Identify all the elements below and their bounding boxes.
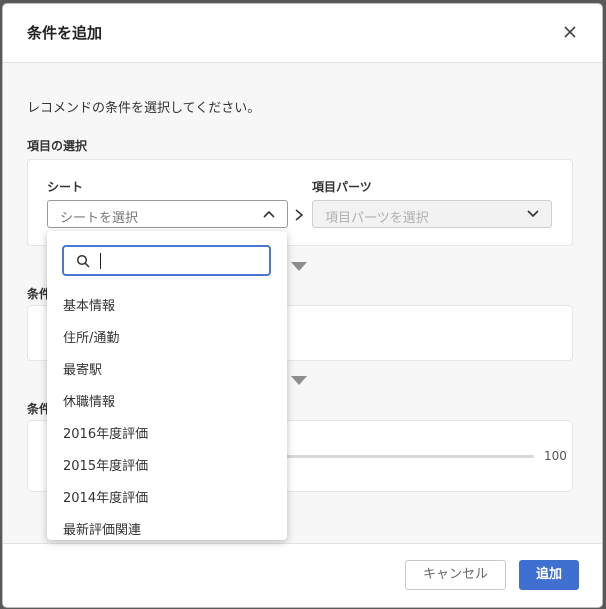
sheet-option[interactable]: 最新評価関連 [47, 515, 287, 540]
sheet-option[interactable]: 最寄駅 [47, 355, 287, 387]
cancel-button[interactable]: キャンセル [405, 560, 506, 590]
section-label-item-select: 項目の選択 [27, 139, 88, 153]
dialog-title: 条件を追加 [27, 24, 103, 42]
dialog-footer: キャンセル 追加 [3, 543, 602, 607]
sheet-option[interactable]: 休職情報 [47, 387, 287, 419]
sheet-option[interactable]: 2016年度評価 [47, 419, 287, 451]
chevron-right-icon [295, 209, 304, 221]
parts-select-placeholder: 項目パーツを選択 [325, 211, 429, 226]
sheet-search-input[interactable] [62, 245, 271, 276]
sheet-label: シート [47, 180, 84, 194]
parts-label: 項目パーツ [312, 180, 372, 194]
parts-select[interactable]: 項目パーツを選択 [312, 200, 552, 228]
intro-text: レコメンドの条件を選択してください。 [27, 101, 261, 116]
close-button[interactable] [560, 22, 580, 42]
chevron-up-icon [263, 210, 275, 218]
sheet-option[interactable]: 2014年度評価 [47, 483, 287, 515]
sheet-dropdown-menu: 基本情報 住所/通勤 最寄駅 休職情報 2016年度評価 2015年度評価 20… [47, 231, 287, 540]
sheet-option[interactable]: 基本情報 [47, 291, 287, 323]
sheet-option[interactable]: 2015年度評価 [47, 451, 287, 483]
close-icon [564, 26, 576, 38]
add-button[interactable]: 追加 [519, 560, 579, 590]
flow-arrow-down-icon-2 [291, 376, 307, 385]
text-cursor [100, 253, 101, 269]
dialog-header: 条件を追加 [3, 4, 602, 63]
chevron-down-icon [527, 210, 539, 218]
sheet-option[interactable]: 住所/通勤 [47, 323, 287, 355]
slider-max-label: 100 [544, 449, 567, 463]
flow-arrow-down-icon [291, 262, 307, 271]
sheet-option-list: 基本情報 住所/通勤 最寄駅 休職情報 2016年度評価 2015年度評価 20… [47, 291, 287, 540]
search-icon [76, 254, 90, 268]
sheet-select-placeholder: シートを選択 [60, 211, 139, 226]
sheet-select[interactable]: シートを選択 [47, 200, 288, 228]
